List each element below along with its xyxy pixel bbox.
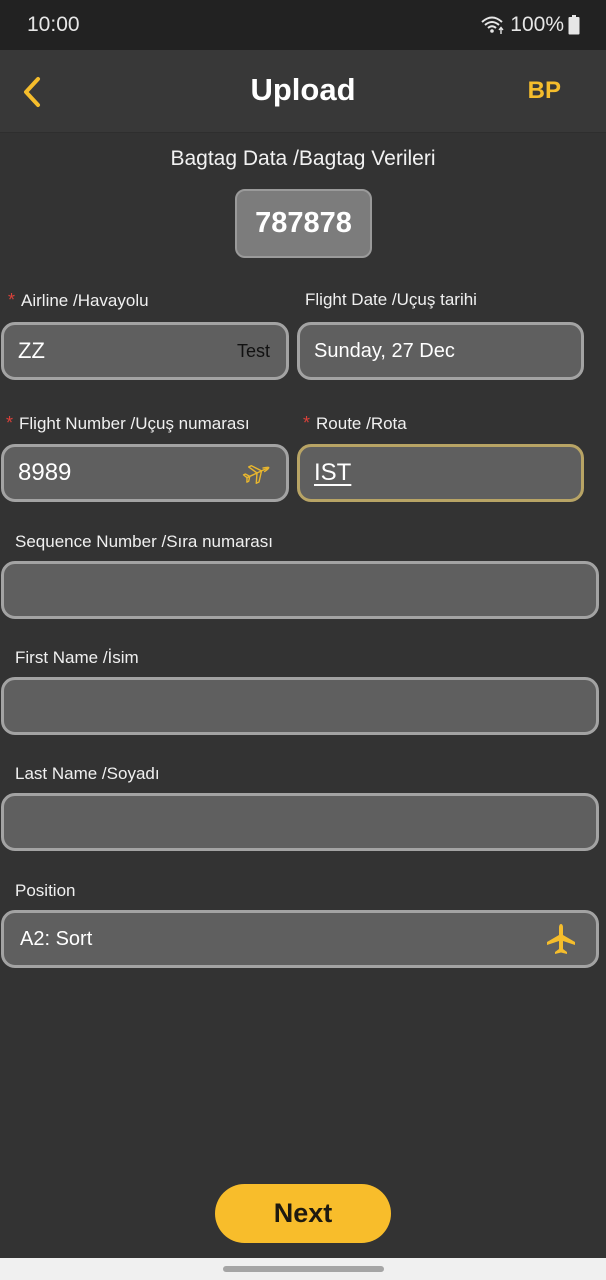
airline-value: ZZ [18,338,45,363]
last-name-label: Last Name /Soyadı [15,764,160,783]
sequence-number-label: Sequence Number /Sıra numarası [15,532,273,551]
status-indicators: 100% [480,13,580,37]
bp-button[interactable]: BP [528,77,561,105]
flight-number-label-text: Flight Number /Uçuş numarası [19,414,250,433]
route-field[interactable]: IST [297,444,584,502]
airline-field[interactable]: ZZ Test [1,322,289,380]
route-label-text: Route /Rota [316,414,407,433]
sequence-number-field[interactable] [1,561,599,619]
flight-number-field[interactable]: 8989 [1,444,289,502]
first-name-field[interactable] [1,677,599,735]
battery-icon [568,15,580,35]
route-value: IST [314,459,352,486]
home-gesture-handle[interactable] [223,1266,384,1272]
airline-label: * Airline /Havayolu [8,290,149,311]
wifi-icon [480,14,506,36]
position-field[interactable]: A2: Sort [1,910,599,968]
flight-date-label: Flight Date /Uçuş tarihi [305,290,477,309]
first-name-label: First Name /İsim [15,648,139,667]
airline-label-text: Airline /Havayolu [21,291,149,310]
page-title: Upload [250,72,356,107]
required-marker: * [303,413,311,433]
bagtag-section-title: Bagtag Data /Bagtag Verileri [170,147,436,170]
flight-number-label: * Flight Number /Uçuş numarası [6,413,250,434]
required-marker: * [8,290,16,310]
airplane-takeoff-icon[interactable] [242,461,272,485]
flight-number-value: 8989 [18,459,72,486]
position-value: A2: Sort [20,927,93,950]
required-marker: * [6,413,14,433]
battery-level: 100% [510,13,564,36]
last-name-field[interactable] [1,793,599,851]
airplane-icon[interactable] [546,923,576,955]
flight-date-value: Sunday, 27 Dec [314,339,455,362]
route-label: * Route /Rota [303,413,407,434]
status-time: 10:00 [27,13,80,36]
next-button[interactable]: Next [215,1184,391,1243]
app-bar: Upload BP [0,50,606,133]
system-nav-bar [0,1258,606,1280]
bagtag-value: 787878 [235,189,372,258]
status-bar: 10:00 100% [0,0,606,50]
airline-name-suffix: Test [236,340,270,361]
flight-date-field[interactable]: Sunday, 27 Dec [297,322,584,380]
position-label: Position [15,881,76,900]
